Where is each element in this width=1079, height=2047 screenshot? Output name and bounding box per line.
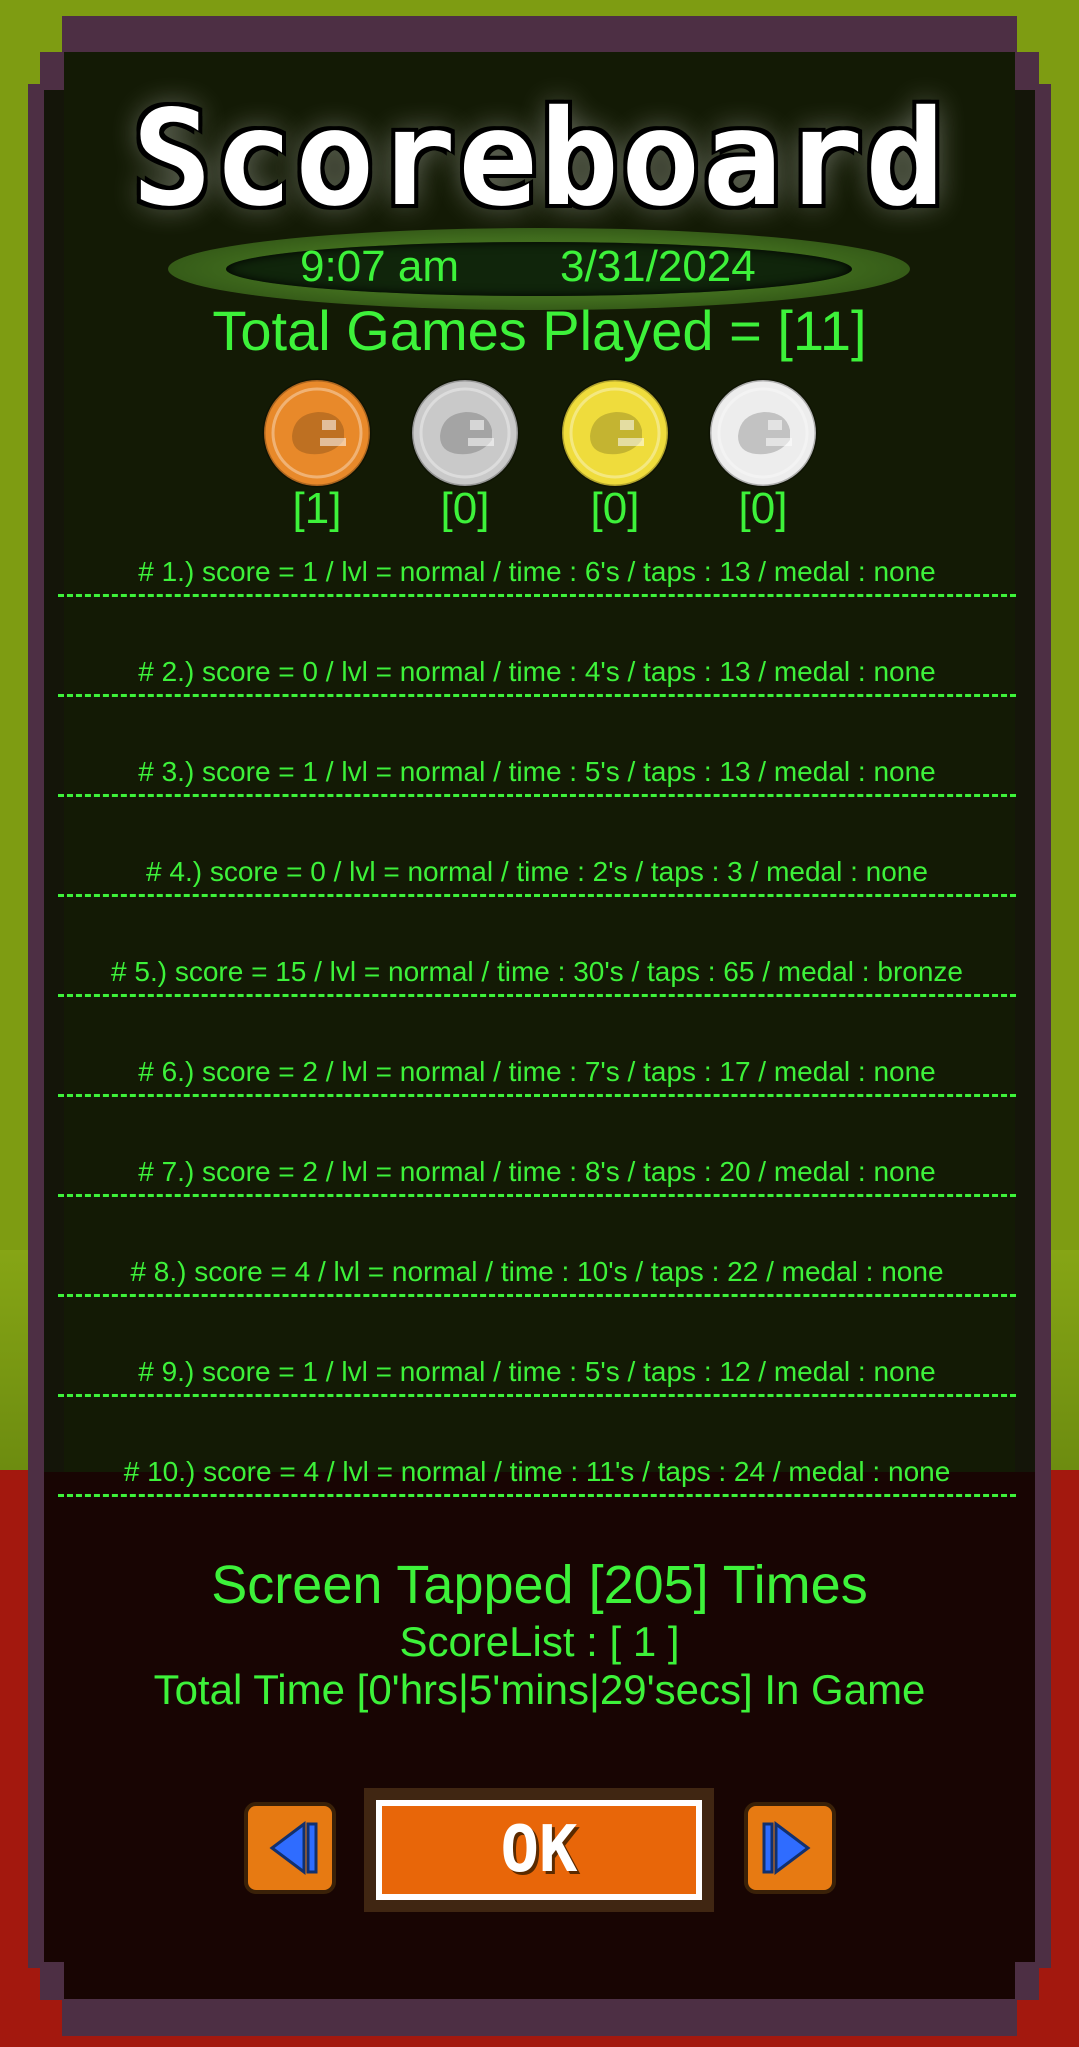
- score-row: # 3.) score = 1 / lvl = normal / time : …: [138, 756, 936, 787]
- score-divider: [58, 894, 1016, 897]
- score-divider: [58, 594, 1016, 597]
- gold-medal-count: [0]: [590, 484, 640, 533]
- prev-arrow-icon: [269, 1821, 318, 1875]
- score-row: # 10.) score = 4 / lvl = normal / time :…: [123, 1456, 951, 1487]
- screen-tapped-stat: Screen Tapped [205] Times: [211, 1555, 868, 1615]
- total-time-stat: Total Time [0'hrs|5'mins|29'secs] In Gam…: [153, 1666, 926, 1713]
- score-divider: [58, 1294, 1016, 1297]
- score-divider: [58, 794, 1016, 797]
- platinum-medal-count: [0]: [738, 484, 788, 533]
- gold-medal-icon: [560, 378, 670, 488]
- score-divider: [58, 1194, 1016, 1197]
- panel-side-right-bottom: [1015, 1472, 1035, 1962]
- score-divider: [58, 1094, 1016, 1097]
- score-divider: [58, 1494, 1016, 1497]
- next-button[interactable]: [744, 1802, 836, 1894]
- score-row: # 2.) score = 0 / lvl = normal / time : …: [138, 656, 936, 687]
- next-arrow-icon: [762, 1821, 811, 1875]
- score-divider: [58, 694, 1016, 697]
- silver-medal-count: [0]: [440, 484, 490, 533]
- score-divider: [58, 994, 1016, 997]
- page-title: Scoreboard: [132, 82, 947, 236]
- silver-medal-icon: [410, 378, 520, 488]
- score-divider: [58, 1394, 1016, 1397]
- score-row: # 4.) score = 0 / lvl = normal / time : …: [146, 856, 928, 887]
- ok-button[interactable]: OK: [376, 1800, 702, 1900]
- bronze-medal-count: [1]: [292, 484, 342, 533]
- score-row: # 6.) score = 2 / lvl = normal / time : …: [138, 1056, 936, 1087]
- score-row: # 7.) score = 2 / lvl = normal / time : …: [138, 1156, 936, 1187]
- score-row: # 5.) score = 15 / lvl = normal / time :…: [111, 956, 963, 987]
- score-row: # 8.) score = 4 / lvl = normal / time : …: [130, 1256, 944, 1287]
- score-row: # 1.) score = 1 / lvl = normal / time : …: [138, 556, 936, 587]
- panel-side-left-bottom: [44, 1472, 64, 1962]
- scorelist-stat: ScoreList : [ 1 ]: [399, 1618, 680, 1665]
- scoreboard-panel-bottom: [64, 1472, 1015, 1999]
- prev-button[interactable]: [244, 1802, 336, 1894]
- score-row: # 9.) score = 1 / lvl = normal / time : …: [138, 1356, 936, 1387]
- date-label: 3/31/2024: [560, 242, 756, 291]
- bronze-medal-icon: [262, 378, 372, 488]
- time-label: 9:07 am: [300, 242, 459, 291]
- total-games-played: Total Games Played = [11]: [212, 299, 867, 362]
- platinum-medal-icon: [708, 378, 818, 488]
